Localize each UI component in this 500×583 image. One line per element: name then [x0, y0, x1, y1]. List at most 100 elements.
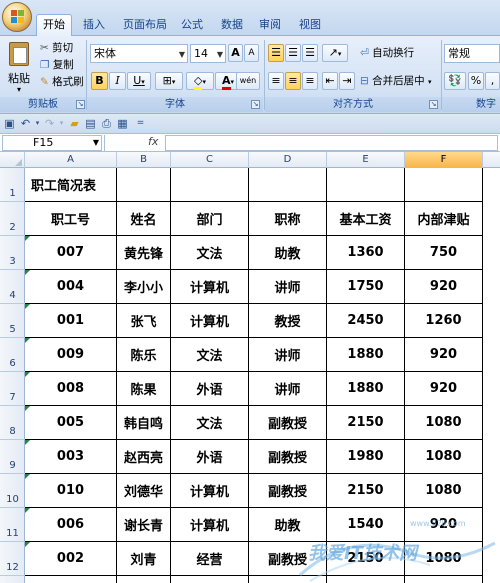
- header-cell[interactable]: 部门: [171, 202, 249, 236]
- data-cell[interactable]: 刘青: [117, 542, 171, 576]
- data-cell[interactable]: 讲师: [249, 338, 327, 372]
- row-header-8[interactable]: 8: [0, 406, 25, 440]
- data-cell[interactable]: 1260: [405, 304, 483, 338]
- data-cell[interactable]: 黄先锋: [117, 236, 171, 270]
- data-cell[interactable]: 004: [25, 270, 117, 304]
- data-cell[interactable]: 750: [405, 236, 483, 270]
- tab-page-layout[interactable]: 页面布局: [118, 15, 172, 36]
- empty-cell[interactable]: [327, 576, 405, 583]
- row-header-9[interactable]: 9: [0, 440, 25, 474]
- align-top-button[interactable]: ☰: [268, 44, 284, 62]
- print-icon[interactable]: ⎙: [100, 117, 113, 130]
- tab-data[interactable]: 数据: [218, 15, 246, 36]
- data-cell[interactable]: 006: [25, 508, 117, 542]
- data-cell[interactable]: 010: [25, 474, 117, 508]
- data-cell[interactable]: 1880: [327, 372, 405, 406]
- chevron-down-icon[interactable]: ▾: [55, 117, 68, 130]
- data-cell[interactable]: 外语: [171, 372, 249, 406]
- data-cell[interactable]: 文法: [171, 236, 249, 270]
- align-bottom-button[interactable]: ☰: [302, 44, 318, 62]
- data-cell[interactable]: 008: [25, 372, 117, 406]
- empty-cell[interactable]: [171, 576, 249, 583]
- font-size-combo[interactable]: 14 ▼: [190, 44, 226, 63]
- worksheet-grid[interactable]: 职工简况表 职工号 姓名 部门 职称 基本工资 内部津贴 007 黄先锋 文法 助教 1360 750 0…: [25, 168, 500, 583]
- data-cell[interactable]: 1980: [327, 440, 405, 474]
- empty-cell[interactable]: [249, 576, 327, 583]
- screenshot-icon[interactable]: ▦: [116, 117, 129, 130]
- data-cell[interactable]: 张飞: [117, 304, 171, 338]
- empty-cell[interactable]: [171, 168, 249, 202]
- data-cell[interactable]: 赵西亮: [117, 440, 171, 474]
- data-cell[interactable]: 1080: [405, 406, 483, 440]
- paste-button[interactable]: 粘贴 ▾: [6, 40, 32, 95]
- row-header-4[interactable]: 4: [0, 270, 25, 304]
- data-cell[interactable]: 002: [25, 542, 117, 576]
- data-cell[interactable]: 陈乐: [117, 338, 171, 372]
- tab-view[interactable]: 视图: [296, 15, 324, 36]
- grow-font-button[interactable]: A: [228, 44, 243, 62]
- save-icon[interactable]: ▣: [3, 117, 16, 130]
- row-header-3[interactable]: 3: [0, 236, 25, 270]
- data-cell[interactable]: 讲师: [249, 372, 327, 406]
- font-launcher-icon[interactable]: ↘: [251, 100, 260, 109]
- row-header-6[interactable]: 6: [0, 338, 25, 372]
- empty-cell[interactable]: [405, 576, 483, 583]
- column-header-d[interactable]: D: [249, 152, 327, 168]
- header-cell[interactable]: 职称: [249, 202, 327, 236]
- column-header-c[interactable]: C: [171, 152, 249, 168]
- alignment-launcher-icon[interactable]: ↘: [429, 100, 438, 109]
- row-header-1[interactable]: 1: [0, 168, 25, 202]
- data-cell[interactable]: 计算机: [171, 304, 249, 338]
- empty-cell[interactable]: [117, 576, 171, 583]
- customize-qat-icon[interactable]: =: [134, 117, 147, 130]
- name-box[interactable]: F15 ▼: [2, 135, 102, 151]
- data-cell[interactable]: 计算机: [171, 474, 249, 508]
- cut-button[interactable]: ✂ 剪切: [40, 40, 73, 56]
- data-cell[interactable]: 1540: [327, 508, 405, 542]
- row-header-12[interactable]: 12: [0, 542, 25, 576]
- row-header-5[interactable]: 5: [0, 304, 25, 338]
- row-header-11[interactable]: 11: [0, 508, 25, 542]
- open-folder-icon[interactable]: ▰: [68, 117, 81, 130]
- office-button[interactable]: [2, 2, 32, 32]
- row-header-7[interactable]: 7: [0, 372, 25, 406]
- font-name-combo[interactable]: 宋体 ▼: [90, 44, 188, 63]
- formula-input[interactable]: [165, 135, 498, 151]
- data-cell[interactable]: 文法: [171, 406, 249, 440]
- data-cell[interactable]: 920: [405, 338, 483, 372]
- shrink-font-button[interactable]: A: [244, 44, 259, 62]
- data-cell[interactable]: 计算机: [171, 508, 249, 542]
- data-cell[interactable]: 1750: [327, 270, 405, 304]
- column-header-f[interactable]: F: [405, 152, 483, 168]
- data-cell[interactable]: 007: [25, 236, 117, 270]
- data-cell[interactable]: 外语: [171, 440, 249, 474]
- copy-button[interactable]: ❐ 复制: [40, 57, 74, 73]
- column-header-b[interactable]: B: [117, 152, 171, 168]
- empty-cell[interactable]: [249, 168, 327, 202]
- insert-function-button[interactable]: fx: [148, 135, 158, 148]
- align-middle-button[interactable]: ☰: [285, 44, 301, 62]
- borders-button[interactable]: ⊞▾: [155, 72, 183, 90]
- data-cell[interactable]: 教授: [249, 304, 327, 338]
- tab-review[interactable]: 审阅: [256, 15, 284, 36]
- phonetic-button[interactable]: wén: [236, 72, 260, 90]
- empty-cell[interactable]: [327, 168, 405, 202]
- data-cell[interactable]: 韩自鸣: [117, 406, 171, 440]
- data-cell[interactable]: 1360: [327, 236, 405, 270]
- column-header-e[interactable]: E: [327, 152, 405, 168]
- data-cell[interactable]: 助教: [249, 236, 327, 270]
- data-cell[interactable]: 文法: [171, 338, 249, 372]
- header-cell[interactable]: 基本工资: [327, 202, 405, 236]
- data-cell[interactable]: 陈果: [117, 372, 171, 406]
- italic-button[interactable]: I: [109, 72, 126, 90]
- row-header-2[interactable]: 2: [0, 202, 25, 236]
- fill-color-button[interactable]: ◇▾: [186, 72, 214, 90]
- print-preview-icon[interactable]: ▤: [84, 117, 97, 130]
- data-cell[interactable]: 李小小: [117, 270, 171, 304]
- empty-cell[interactable]: [117, 168, 171, 202]
- format-painter-button[interactable]: ✎ 格式刷: [40, 74, 84, 90]
- wrap-text-button[interactable]: ⏎ 自动换行: [360, 45, 438, 61]
- header-cell[interactable]: 内部津贴: [405, 202, 483, 236]
- data-cell[interactable]: 助教: [249, 508, 327, 542]
- data-cell[interactable]: 刘德华: [117, 474, 171, 508]
